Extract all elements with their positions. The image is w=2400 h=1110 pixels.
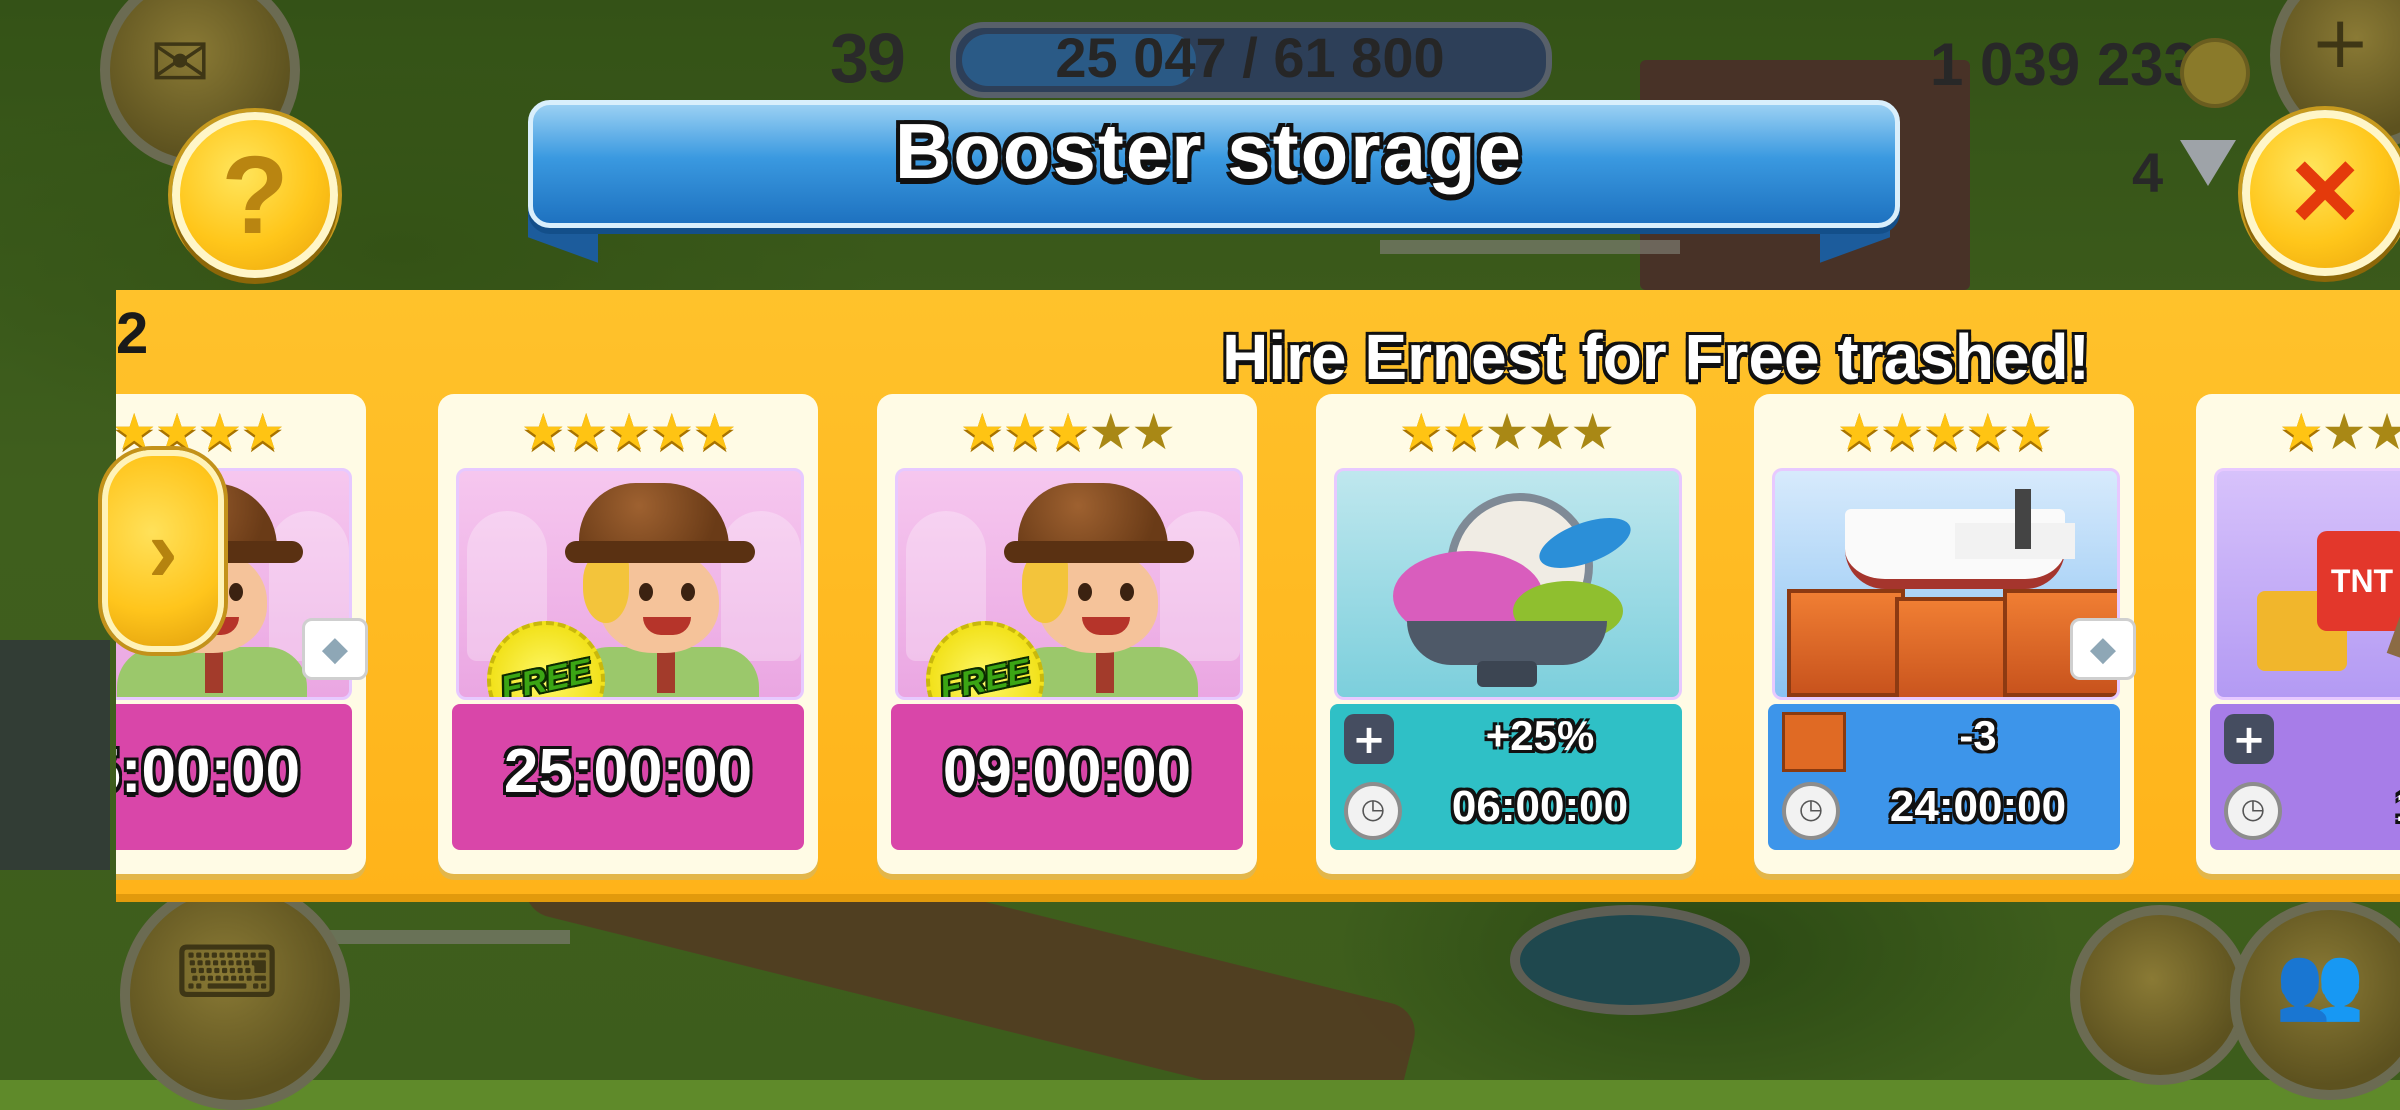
edit-farm-button[interactable]	[2070, 905, 2250, 1085]
booster-timer: 25:00:00	[503, 737, 753, 806]
booster-card[interactable]: ★★★★★ FREE 09:00:00	[877, 394, 1257, 874]
booster-timer: 06:00:00	[1451, 782, 1629, 831]
booster-image: FREE	[895, 468, 1243, 700]
free-label: FREE	[936, 651, 1034, 700]
star-icon: ★	[2364, 403, 2400, 461]
booster-timer: 09:00:00	[942, 737, 1192, 806]
star-rating: ★★★★★	[1316, 402, 1696, 462]
booster-card[interactable]: ★★★★★ ◆ -3 ◷ 24:00:00	[1754, 394, 2136, 874]
boat-icon	[1845, 489, 2075, 589]
booster-image	[1334, 468, 1682, 700]
booster-info: + +25% ◷ 06:00:00	[1330, 704, 1682, 850]
star-icon: ★	[520, 403, 566, 461]
star-icon: ★	[1879, 403, 1925, 461]
star-icon: ★	[959, 403, 1005, 461]
star-icon: ★	[606, 403, 652, 461]
dialog-title: Booster storage	[894, 107, 1524, 195]
star-icon: ★	[2321, 403, 2367, 461]
booster-bonus: -3	[1959, 712, 1997, 759]
diamond-icon	[2180, 140, 2236, 186]
booster-info: +- ◷10	[2210, 704, 2400, 850]
booster-info: -3 ◷ 24:00:00	[1768, 704, 2120, 850]
booster-info: 09:00:00	[891, 704, 1243, 850]
booster-bonus: -	[2280, 712, 2400, 760]
star-icon: ★	[1398, 403, 1444, 461]
star-icon: ★	[1484, 403, 1530, 461]
friends-icon: 👥	[2275, 940, 2365, 1024]
star-rating: ★★★★★	[877, 402, 1257, 462]
star-icon: ★	[197, 403, 242, 461]
star-icon: ★	[1570, 403, 1615, 461]
booster-card[interactable]: ★★★★★ TNT +- ◷10	[2196, 394, 2400, 874]
coin-count: 1 039 233	[1930, 31, 2197, 98]
star-rating: ★★★★★	[438, 402, 818, 462]
crate	[1787, 589, 1905, 697]
booster-image: FREE	[456, 468, 804, 700]
booster-timer: 10	[2280, 782, 2400, 832]
storage-message: Hire Ernest for Free trashed!	[1222, 321, 2090, 393]
close-icon: ×	[2290, 124, 2360, 256]
booster-image	[1772, 468, 2120, 700]
mail-icon: ✉	[150, 20, 211, 104]
xp-text: 25 047 / 61 800	[1055, 26, 1445, 89]
star-icon: ★	[1965, 403, 2010, 461]
diamond-icon[interactable]: ◆	[302, 618, 368, 680]
star-rating: ★★★★★	[2196, 402, 2400, 462]
booster-info: 25:00:00	[116, 704, 352, 850]
booster-image: TNT	[2214, 468, 2400, 700]
scroll-right-button[interactable]: ›	[102, 450, 224, 652]
storage-count: 2	[116, 301, 149, 366]
tnt-icon: TNT	[2317, 531, 2400, 631]
question-icon: ?	[221, 133, 289, 257]
booster-bonus: +25%	[1485, 712, 1595, 759]
weight-icon: +	[2224, 714, 2274, 764]
free-label: FREE	[497, 651, 595, 700]
star-rating: ★★★★★	[1754, 402, 2134, 462]
plus-icon: +	[2310, 0, 2371, 84]
bowl	[1407, 621, 1607, 665]
stopwatch-icon: ◷	[1344, 782, 1402, 840]
booster-panel: 2 Hire Ernest for Free trashed! ★★★★★◆25…	[116, 290, 2400, 894]
coin-icon	[2180, 38, 2250, 108]
star-icon: ★	[1002, 403, 1048, 461]
star-icon: ★	[1045, 403, 1091, 461]
diamond-count: 4	[2132, 141, 2164, 204]
diamond-icon[interactable]: ◆	[2070, 618, 2136, 680]
star-icon: ★	[1441, 403, 1487, 461]
help-button[interactable]: ?	[172, 112, 338, 278]
crate-icon	[1782, 712, 1846, 772]
cash-register-icon: ⌨	[175, 930, 279, 1014]
chevron-right-icon: ›	[148, 500, 178, 601]
weight-icon: +	[1344, 714, 1394, 764]
booster-card[interactable]: ★★★★★ FREE 25:00:00	[438, 394, 818, 874]
stopwatch-icon: ◷	[1782, 782, 1840, 840]
star-icon: ★	[1922, 403, 1968, 461]
star-icon: ★	[1131, 403, 1176, 461]
stopwatch-icon: ◷	[2224, 782, 2282, 840]
booster-info: 25:00:00	[452, 704, 804, 850]
booster-timer: 25:00:00	[116, 737, 301, 806]
booster-timer: 24:00:00	[1889, 782, 2067, 831]
star-icon: ★	[692, 403, 737, 461]
star-icon: ★	[1836, 403, 1882, 461]
close-button[interactable]: ×	[2242, 110, 2400, 276]
star-icon: ★	[2278, 403, 2324, 461]
star-icon: ★	[1088, 403, 1133, 461]
star-icon: ★	[240, 403, 285, 461]
crate	[1895, 597, 2013, 697]
title-ribbon: Booster storage	[528, 100, 1900, 263]
star-icon: ★	[2008, 403, 2053, 461]
star-icon: ★	[1527, 403, 1572, 461]
star-icon: ★	[649, 403, 694, 461]
star-icon: ★	[563, 403, 609, 461]
player-level: 39	[830, 19, 906, 97]
booster-card[interactable]: ★★★★★ + +25% ◷ 06:00:00	[1316, 394, 1696, 874]
